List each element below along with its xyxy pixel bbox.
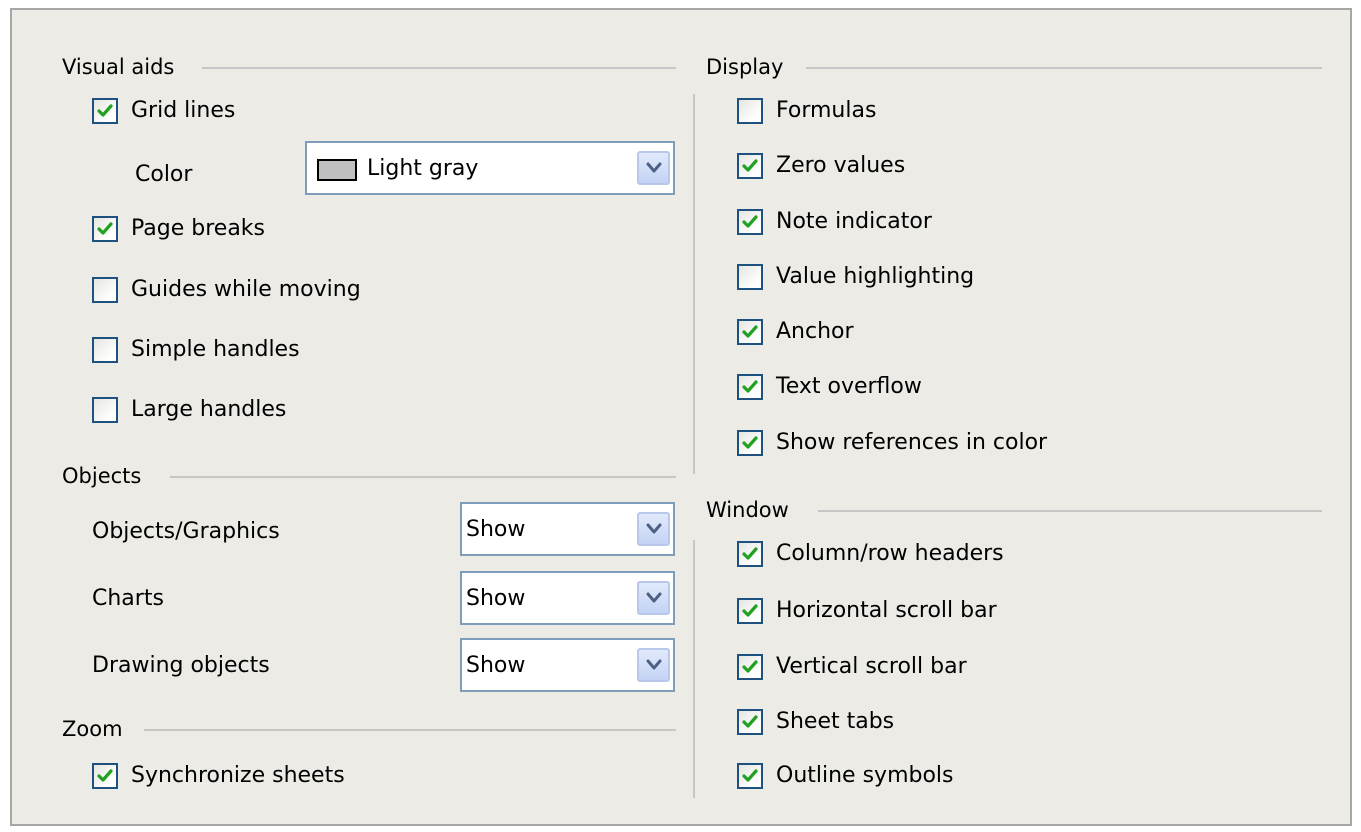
objects-divider: [170, 476, 676, 478]
zoom-divider: [144, 729, 676, 731]
text-overflow-label: Text overflow: [776, 374, 922, 399]
column-row-headers-check-box[interactable]: [737, 541, 763, 567]
objects-graphics-label: Objects/Graphics: [92, 519, 280, 544]
guides-while-moving-checkbox[interactable]: Guides while moving: [92, 274, 361, 306]
visual-aids-divider: [202, 67, 676, 69]
drawing-objects-label: Drawing objects: [92, 653, 270, 678]
check-mark-icon: [742, 380, 758, 393]
charts-label: Charts: [92, 586, 164, 611]
page-breaks-checkbox[interactable]: Page breaks: [92, 213, 265, 245]
note-indicator-check-box[interactable]: [737, 209, 763, 235]
view-options-panel: Visual aids Grid lines Color Light gray …: [10, 8, 1352, 826]
check-mark-icon: [742, 215, 758, 228]
large-handles-check-box[interactable]: [92, 397, 118, 423]
value-highlighting-checkbox[interactable]: Value highlighting: [737, 261, 974, 293]
page-breaks-label: Page breaks: [131, 216, 265, 241]
outline-symbols-checkbox[interactable]: Outline symbols: [737, 760, 954, 792]
chevron-down-icon[interactable]: [637, 581, 670, 615]
anchor-check-box[interactable]: [737, 319, 763, 345]
outline-symbols-check-box[interactable]: [737, 763, 763, 789]
show-references-in-color-label: Show references in color: [776, 430, 1048, 455]
check-mark-icon: [742, 325, 758, 338]
objects-graphics-dropdown[interactable]: Show: [460, 502, 675, 556]
simple-handles-checkbox[interactable]: Simple handles: [92, 334, 300, 366]
check-mark-icon: [742, 769, 758, 782]
chevron-down-icon[interactable]: [637, 512, 670, 546]
page-breaks-check-box[interactable]: [92, 216, 118, 242]
check-mark-icon: [742, 436, 758, 449]
text-overflow-checkbox[interactable]: Text overflow: [737, 371, 922, 403]
show-references-in-color-checkbox[interactable]: Show references in color: [737, 427, 1047, 459]
vertical-scroll-bar-check-box[interactable]: [737, 654, 763, 680]
large-handles-checkbox[interactable]: Large handles: [92, 394, 286, 426]
formulas-label: Formulas: [776, 98, 877, 123]
column-separator-top: [693, 94, 695, 474]
color-swatch: [317, 159, 357, 181]
check-mark-icon: [742, 547, 758, 560]
drawing-objects-value: Show: [466, 653, 526, 678]
objects-section-title: Objects: [62, 464, 142, 488]
sheet-tabs-label: Sheet tabs: [776, 709, 895, 734]
sheet-tabs-checkbox[interactable]: Sheet tabs: [737, 706, 894, 738]
column-row-headers-label: Column/row headers: [776, 541, 1004, 566]
grid-lines-label: Grid lines: [131, 98, 236, 123]
vertical-scroll-bar-checkbox[interactable]: Vertical scroll bar: [737, 651, 967, 683]
chevron-down-icon[interactable]: [637, 648, 670, 682]
zero-values-check-box[interactable]: [737, 153, 763, 179]
vertical-scroll-bar-label: Vertical scroll bar: [776, 654, 967, 679]
anchor-label: Anchor: [776, 319, 854, 344]
check-mark-icon: [97, 104, 113, 117]
grid-color-dropdown[interactable]: Light gray: [305, 141, 675, 195]
note-indicator-label: Note indicator: [776, 209, 932, 234]
column-separator-bottom: [693, 540, 695, 798]
simple-handles-label: Simple handles: [131, 337, 300, 362]
synchronize-sheets-checkbox[interactable]: Synchronize sheets: [92, 760, 345, 792]
column-row-headers-checkbox[interactable]: Column/row headers: [737, 538, 1004, 570]
check-mark-icon: [742, 604, 758, 617]
zero-values-label: Zero values: [776, 153, 906, 178]
synchronize-sheets-check-box[interactable]: [92, 763, 118, 789]
horizontal-scroll-bar-check-box[interactable]: [737, 598, 763, 624]
color-label: Color: [135, 162, 193, 187]
grid-lines-checkbox[interactable]: Grid lines: [92, 95, 235, 127]
simple-handles-check-box[interactable]: [92, 337, 118, 363]
check-mark-icon: [742, 660, 758, 673]
synchronize-sheets-label: Synchronize sheets: [131, 763, 345, 788]
grid-color-value: Light gray: [367, 156, 479, 181]
objects-graphics-value: Show: [466, 517, 526, 542]
check-mark-icon: [742, 715, 758, 728]
visual-aids-section-title: Visual aids: [62, 55, 175, 79]
check-mark-icon: [97, 769, 113, 782]
text-overflow-check-box[interactable]: [737, 374, 763, 400]
chevron-down-icon[interactable]: [637, 151, 670, 185]
guides-while-moving-check-box[interactable]: [92, 277, 118, 303]
sheet-tabs-check-box[interactable]: [737, 709, 763, 735]
grid-lines-check-box[interactable]: [92, 98, 118, 124]
horizontal-scroll-bar-checkbox[interactable]: Horizontal scroll bar: [737, 595, 997, 627]
zoom-section-title: Zoom: [62, 717, 123, 741]
formulas-check-box[interactable]: [737, 98, 763, 124]
charts-value: Show: [466, 586, 526, 611]
show-references-in-color-check-box[interactable]: [737, 430, 763, 456]
display-section-title: Display: [706, 55, 784, 79]
window-divider: [818, 510, 1322, 512]
large-handles-label: Large handles: [131, 397, 287, 422]
formulas-checkbox[interactable]: Formulas: [737, 95, 876, 127]
display-divider: [806, 67, 1322, 69]
note-indicator-checkbox[interactable]: Note indicator: [737, 206, 932, 238]
check-mark-icon: [97, 222, 113, 235]
window-section-title: Window: [706, 498, 789, 522]
outline-symbols-label: Outline symbols: [776, 763, 954, 788]
value-highlighting-label: Value highlighting: [776, 264, 975, 289]
drawing-objects-dropdown[interactable]: Show: [460, 638, 675, 692]
check-mark-icon: [742, 159, 758, 172]
guides-while-moving-label: Guides while moving: [131, 277, 361, 302]
charts-dropdown[interactable]: Show: [460, 571, 675, 625]
anchor-checkbox[interactable]: Anchor: [737, 316, 854, 348]
value-highlighting-check-box[interactable]: [737, 264, 763, 290]
zero-values-checkbox[interactable]: Zero values: [737, 150, 905, 182]
horizontal-scroll-bar-label: Horizontal scroll bar: [776, 598, 997, 623]
